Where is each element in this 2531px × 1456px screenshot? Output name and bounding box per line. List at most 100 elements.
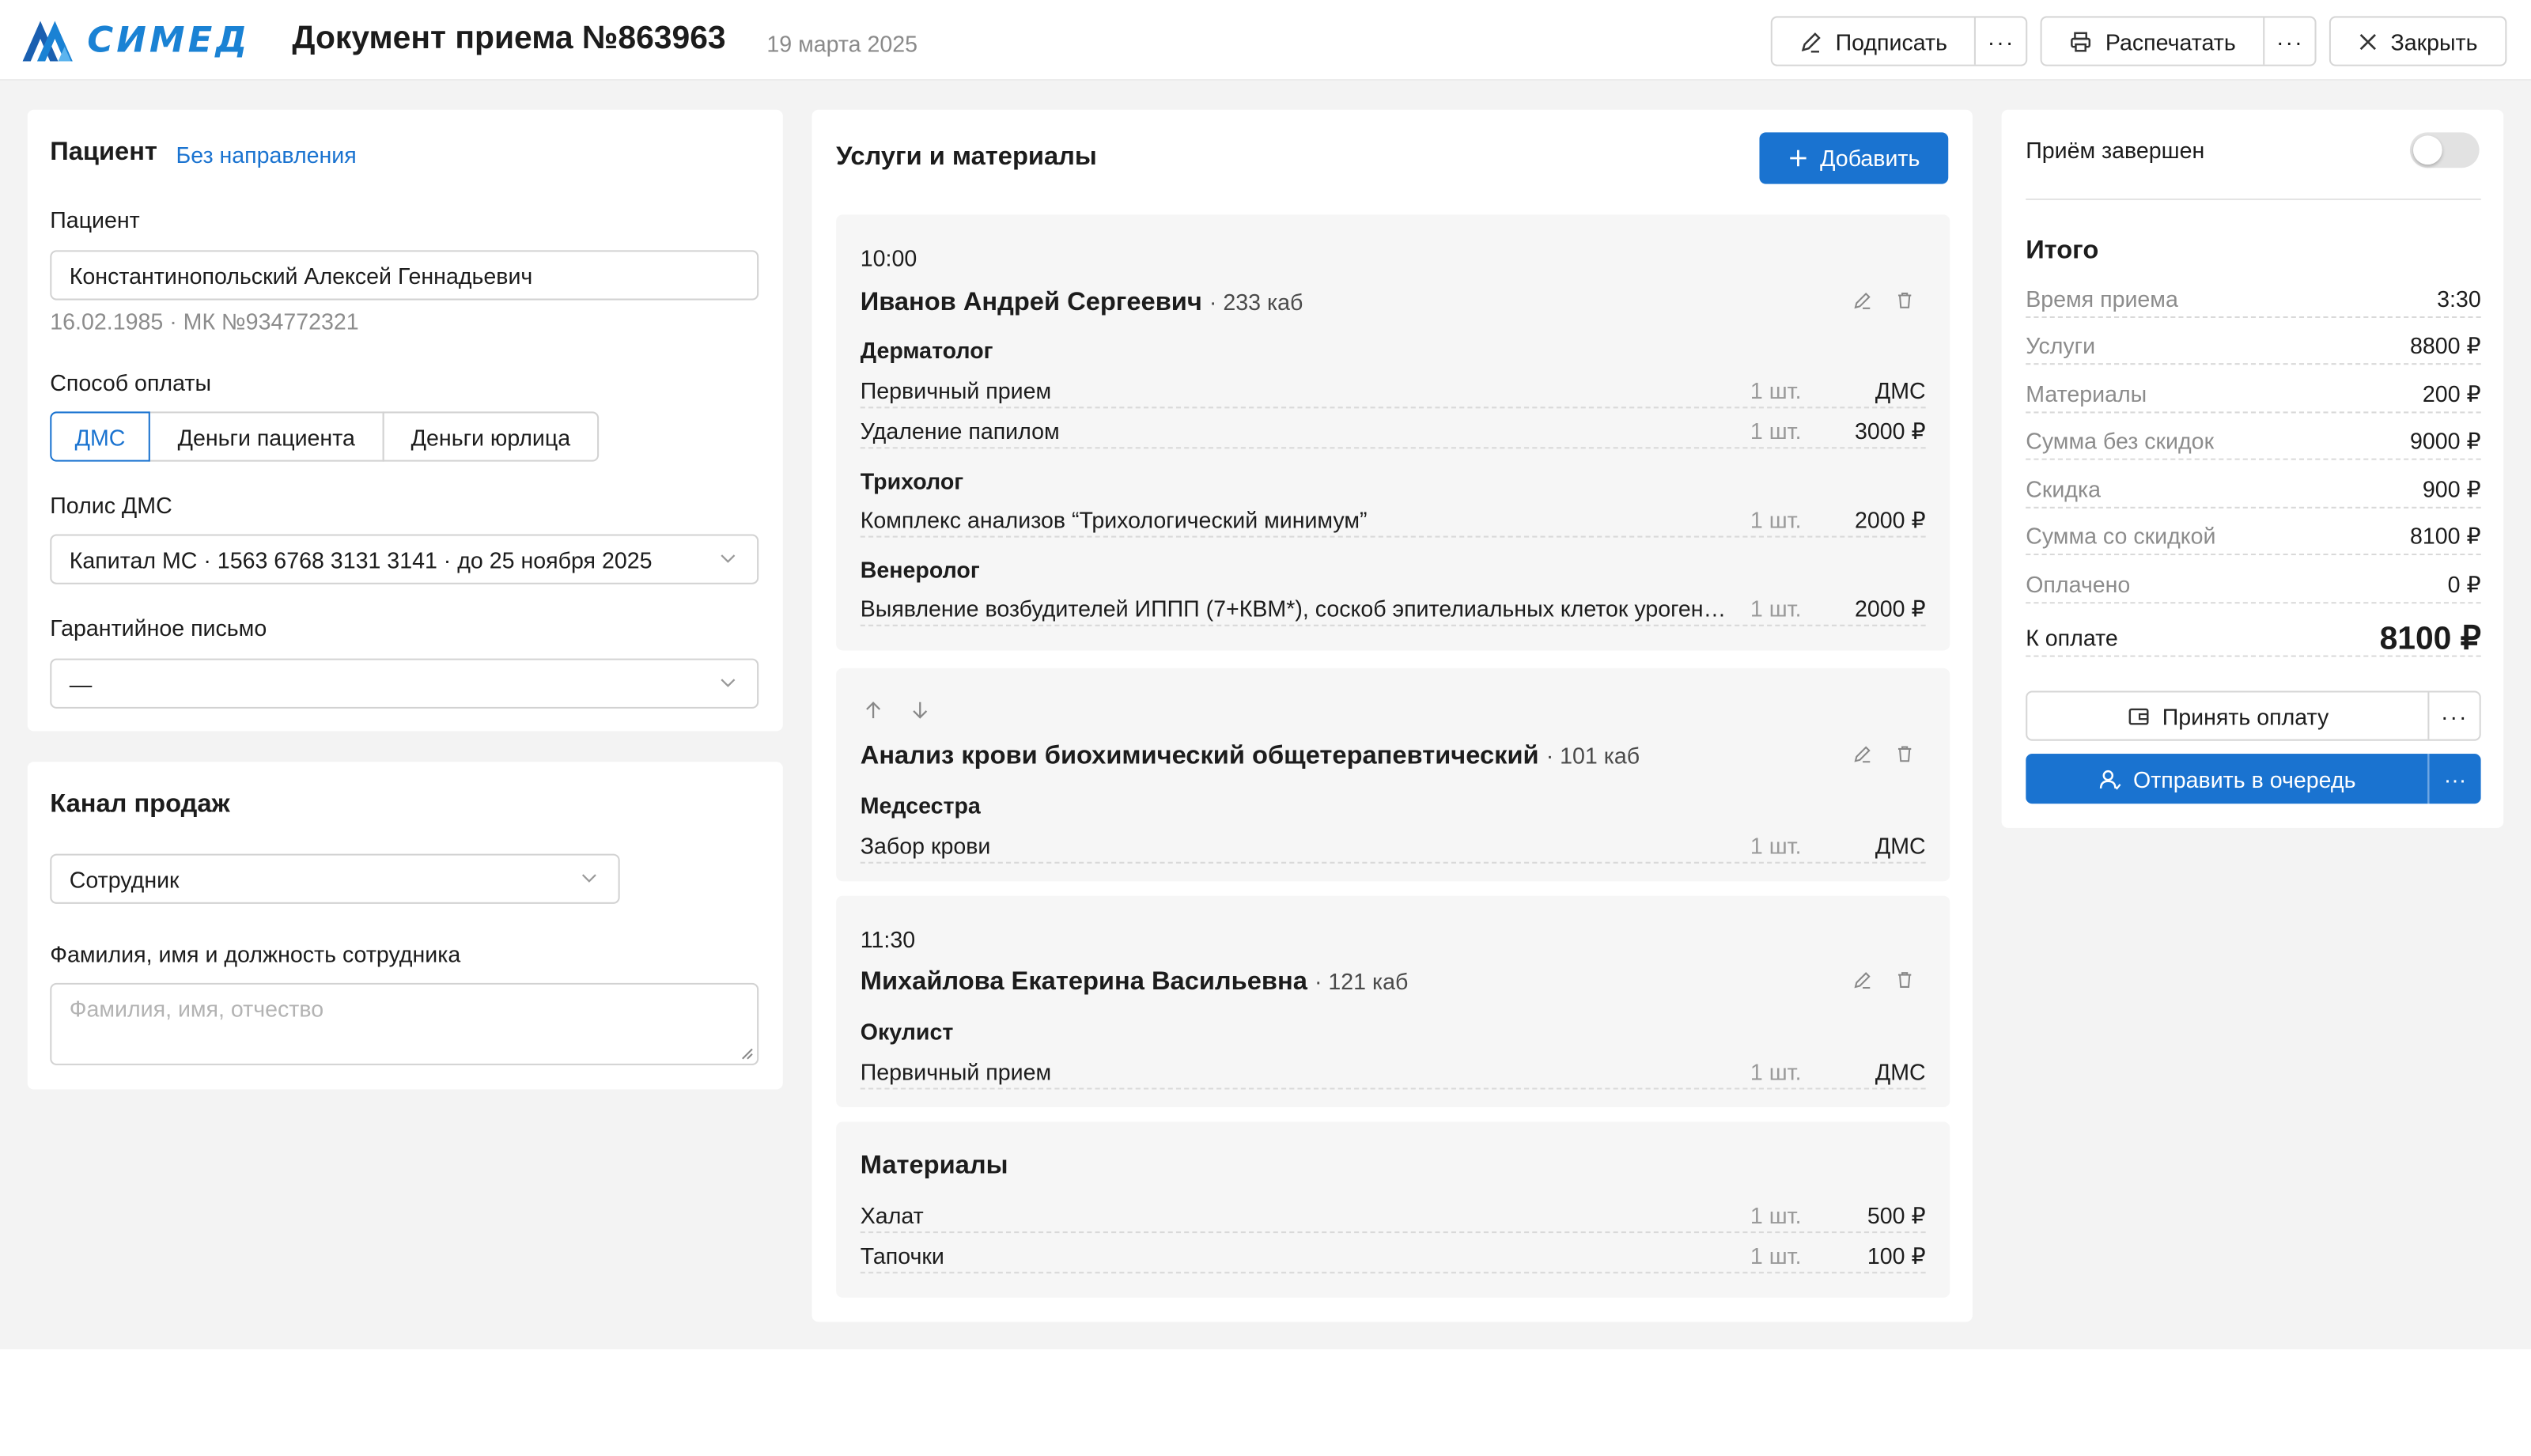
service-row[interactable]: Забор крови 1 шт. ДМС bbox=[860, 828, 1926, 864]
summary-value: 3:30 bbox=[2437, 286, 2481, 312]
completed-toggle[interactable] bbox=[2409, 132, 2480, 168]
appointment-time: 10:00 bbox=[860, 245, 917, 271]
accept-payment-group: Принять оплату ··· bbox=[2026, 690, 2481, 741]
logo-mark-icon bbox=[22, 21, 73, 62]
service-title: Анализ крови биохимический общетерапевти… bbox=[861, 743, 1640, 772]
send-to-queue-button[interactable]: Отправить в очередь bbox=[2026, 754, 2428, 804]
summary-row: Время приема 3:30 bbox=[2026, 282, 2481, 319]
material-row[interactable]: Халат 1 шт. 500 ₽ bbox=[860, 1197, 1926, 1234]
material-name: Тапочки bbox=[860, 1242, 944, 1269]
service-row[interactable]: Первичный прием 1 шт. ДМС bbox=[860, 373, 1926, 409]
summary-row: Скидка 900 ₽ bbox=[2026, 473, 2481, 509]
group-actions bbox=[1853, 970, 1915, 989]
sales-channel-select[interactable]: Сотрудник bbox=[50, 853, 620, 904]
accept-payment-button[interactable]: Принять оплату bbox=[2027, 693, 2428, 739]
close-label: Закрыть bbox=[2390, 28, 2478, 55]
accept-payment-more-button[interactable]: ··· bbox=[2427, 692, 2480, 739]
app-root: СИМЕД Документ приема №863963 19 марта 2… bbox=[0, 0, 2531, 1456]
patient-field[interactable]: Константинопольский Алексей Геннадьевич bbox=[50, 250, 759, 301]
specialty-label: Окулист bbox=[860, 1018, 954, 1045]
appointment-time: 11:30 bbox=[860, 926, 916, 953]
service-qty: 1 шт. bbox=[1750, 1058, 1802, 1085]
specialty-label: Медсестра bbox=[860, 792, 981, 819]
service-row[interactable]: Выявление возбудителей ИППП (7+КВМ*), со… bbox=[860, 591, 1926, 626]
service-qty: 1 шт. bbox=[1750, 418, 1802, 444]
payment-option-patient-money[interactable]: Деньги пациента bbox=[148, 411, 384, 462]
policy-select[interactable]: Капитал МС · 1563 6768 3131 3141 · до 25… bbox=[50, 534, 759, 584]
material-price: 100 ₽ bbox=[1867, 1242, 1926, 1269]
sign-more-button[interactable]: ··· bbox=[1974, 17, 2026, 65]
accept-payment-label: Принять оплату bbox=[2162, 702, 2329, 729]
material-price: 500 ₽ bbox=[1867, 1202, 1926, 1229]
edit-icon[interactable] bbox=[1853, 744, 1872, 763]
room-number: · 121 каб bbox=[1314, 968, 1409, 995]
user-icon bbox=[2098, 769, 2121, 789]
material-row[interactable]: Тапочки 1 шт. 100 ₽ bbox=[860, 1238, 1926, 1274]
arrow-up-icon[interactable] bbox=[864, 701, 883, 720]
summary-value: 900 ₽ bbox=[2422, 476, 2481, 502]
trash-icon[interactable] bbox=[1895, 290, 1914, 309]
logo[interactable]: СИМЕД bbox=[22, 17, 251, 62]
arrow-down-icon[interactable] bbox=[910, 701, 929, 720]
summary-key: Оплачено bbox=[2026, 571, 2131, 598]
summary-row: Материалы 200 ₽ bbox=[2026, 378, 2481, 414]
to-pay-value: 8100 ₽ bbox=[2379, 621, 2481, 657]
referral-link[interactable]: Без направления bbox=[176, 142, 356, 168]
chevron-down-icon bbox=[581, 874, 596, 883]
resize-handle-icon[interactable] bbox=[741, 1047, 754, 1060]
material-name: Халат bbox=[860, 1202, 924, 1229]
service-row[interactable]: Первичный прием 1 шт. ДМС bbox=[860, 1054, 1926, 1090]
add-service-button[interactable]: Добавить bbox=[1759, 132, 1949, 184]
sign-button[interactable]: Подписать bbox=[1772, 17, 1975, 64]
service-name: Выявление возбудителей ИППП (7+КВМ*), со… bbox=[860, 596, 1732, 622]
summary-value: 8100 ₽ bbox=[2410, 523, 2481, 549]
service-qty: 1 шт. bbox=[1750, 377, 1802, 404]
print-more-button[interactable]: ··· bbox=[2264, 17, 2314, 65]
completed-label: Приём завершен bbox=[2026, 137, 2205, 164]
service-group: Анализ крови биохимический общетерапевти… bbox=[836, 667, 1950, 882]
specialty-label: Дерматолог bbox=[860, 337, 993, 364]
summary-title: Итого bbox=[2026, 236, 2099, 265]
toggle-knob bbox=[2412, 135, 2442, 165]
summary-key: Материалы bbox=[2026, 380, 2147, 407]
print-label: Распечатать bbox=[2105, 28, 2236, 55]
pen-icon bbox=[1801, 32, 1821, 52]
trash-icon[interactable] bbox=[1895, 744, 1914, 763]
logo-text: СИМЕД bbox=[87, 20, 251, 61]
guarantee-letter-label: Гарантийное письмо bbox=[50, 615, 267, 641]
payment-method-selector: ДМС Деньги пациента Деньги юрлица bbox=[50, 411, 600, 462]
guarantee-letter-select[interactable]: — bbox=[50, 658, 759, 709]
service-price: 2000 ₽ bbox=[1854, 506, 1926, 533]
trash-icon[interactable] bbox=[1895, 970, 1914, 989]
service-row[interactable]: Комплекс анализов “Трихологический миним… bbox=[860, 502, 1926, 538]
sign-label: Подписать bbox=[1835, 28, 1948, 55]
print-button[interactable]: Распечатать bbox=[2042, 17, 2264, 64]
summary-key: Услуги bbox=[2026, 332, 2096, 359]
employee-textarea[interactable]: Фамилия, имя, отчество bbox=[50, 982, 759, 1065]
service-price: ДМС bbox=[1875, 833, 1926, 859]
edit-icon[interactable] bbox=[1853, 970, 1872, 989]
send-to-queue-more-button[interactable]: ··· bbox=[2429, 754, 2481, 804]
payment-option-company-money[interactable]: Деньги юрлица bbox=[382, 411, 600, 462]
divider bbox=[2026, 199, 2481, 201]
top-bar: СИМЕД Документ приема №863963 19 марта 2… bbox=[0, 0, 2531, 81]
summary-row: Оплачено 0 ₽ bbox=[2026, 568, 2481, 604]
payment-method-label: Способ оплаты bbox=[50, 369, 211, 395]
service-row[interactable]: Удаление папилом 1 шт. 3000 ₽ bbox=[860, 413, 1926, 449]
service-name: Комплекс анализов “Трихологический миним… bbox=[860, 506, 1368, 533]
document-date: 19 марта 2025 bbox=[766, 30, 918, 57]
send-to-queue-label: Отправить в очередь bbox=[2132, 766, 2356, 792]
to-pay-label: К оплате bbox=[2026, 624, 2118, 651]
summary-row: Сумма со скидкой 8100 ₽ bbox=[2026, 520, 2481, 556]
service-qty: 1 шт. bbox=[1750, 833, 1802, 859]
service-qty: 1 шт. bbox=[1750, 596, 1802, 622]
group-actions bbox=[1853, 744, 1915, 763]
doctor-name: Иванов Андрей Сергеевич · 233 каб bbox=[861, 289, 1303, 318]
close-button[interactable]: Закрыть bbox=[2331, 17, 2505, 64]
patient-card-title: Пациент bbox=[50, 138, 157, 167]
summary-row: Сумма без скидок 9000 ₽ bbox=[2026, 425, 2481, 460]
sales-channel-card: Канал продаж Сотрудник Фамилия, имя и до… bbox=[27, 762, 783, 1090]
edit-icon[interactable] bbox=[1853, 290, 1872, 309]
service-name: Первичный прием bbox=[860, 1058, 1052, 1085]
payment-option-dms[interactable]: ДМС bbox=[50, 411, 150, 462]
